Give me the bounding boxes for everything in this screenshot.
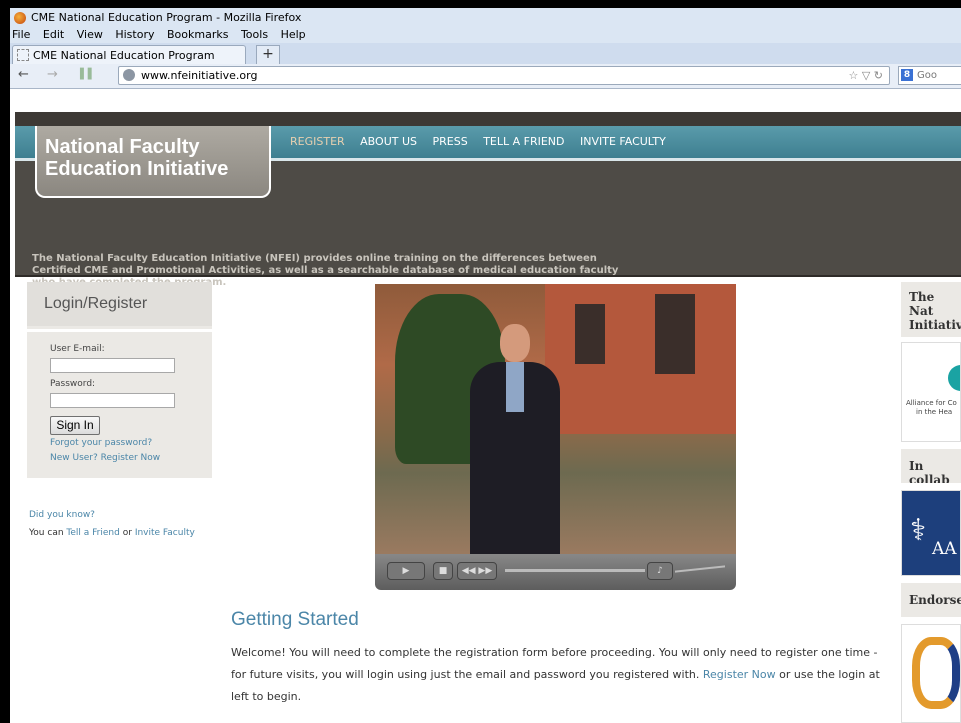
right-box-line-1: The Nat [909, 290, 935, 318]
url-actions: ☆ ▽ ↻ [848, 67, 883, 84]
email-label: User E-mail: [50, 344, 105, 354]
nav-about-us[interactable]: ABOUT US [360, 135, 417, 148]
email-field[interactable] [50, 358, 175, 373]
stop-icon[interactable]: ■ [433, 562, 453, 580]
web-page: REGISTER ABOUT US PRESS TELL A FRIEND IN… [10, 112, 961, 723]
caduceus-icon: ⚕ [910, 513, 927, 548]
login-title: Login/Register [27, 282, 212, 326]
tell-a-friend-link[interactable]: Tell a Friend [66, 528, 119, 538]
seek-bar[interactable] [505, 569, 645, 572]
menu-file[interactable]: File [12, 28, 30, 41]
endorse-logo[interactable] [901, 624, 961, 723]
volume-slider[interactable] [675, 565, 725, 573]
welcome-text: Welcome! You will need to complete the r… [231, 642, 896, 708]
reload-icon[interactable]: ↻ [874, 69, 883, 82]
url-bar[interactable]: www.nfeinitiative.org ☆ ▽ ↻ [118, 66, 890, 85]
back-arrow-icon[interactable]: ← [18, 68, 29, 82]
history-dropdown-icon[interactable]: ▽ [862, 69, 870, 82]
you-can-text: You can Tell a Friend or Invite Faculty [29, 528, 195, 538]
did-you-know-link[interactable]: Did you know? [29, 510, 95, 520]
site-nav-links: REGISTER ABOUT US PRESS TELL A FRIEND IN… [290, 126, 678, 158]
endorse-logo-icon [912, 637, 960, 709]
video-window [575, 304, 605, 364]
invite-faculty-link[interactable]: Invite Faculty [135, 528, 195, 538]
menu-view[interactable]: View [77, 28, 103, 41]
getting-started-heading: Getting Started [231, 609, 359, 630]
tab-active[interactable]: CME National Education Program [12, 45, 246, 64]
right-box-line-2: Initiativ [909, 318, 961, 332]
nav-register[interactable]: REGISTER [290, 135, 345, 148]
right-box-collab: In collab [901, 449, 961, 483]
alliance-line-2: in the Hea [916, 408, 953, 416]
alliance-line-1: Alliance for Co [906, 399, 957, 407]
menu-bar: File Edit View History Bookmarks Tools H… [10, 27, 961, 43]
title-bar: CME National Education Program - Mozilla… [10, 8, 961, 27]
signal-bars-icon[interactable]: ▐▐ [76, 68, 91, 82]
video-building [545, 284, 736, 434]
bookmark-star-icon[interactable]: ☆ [848, 69, 858, 82]
new-tab-button[interactable]: + [256, 45, 280, 64]
video-player[interactable] [375, 284, 736, 554]
nav-invite-faculty[interactable]: INVITE FACULTY [580, 135, 666, 148]
tab-title: CME National Education Program [33, 48, 215, 62]
volume-icon[interactable]: ♪ [647, 562, 673, 580]
right-box-intro: The Nat Initiativ [901, 282, 961, 337]
video-controls: ▶ ■ ◀◀ ▶▶ ♪ [375, 554, 736, 590]
forgot-password-link[interactable]: Forgot your password? [50, 438, 152, 448]
alliance-logo[interactable]: Alliance for Co in the Hea [901, 342, 961, 442]
firefox-logo-icon [14, 11, 26, 24]
menu-bookmarks[interactable]: Bookmarks [167, 28, 228, 41]
aa-logo[interactable]: ⚕ AA [901, 490, 961, 576]
alliance-logo-icon [948, 365, 960, 391]
video-window [655, 294, 695, 374]
menu-history[interactable]: History [115, 28, 154, 41]
register-now-link[interactable]: New User? Register Now [50, 453, 160, 463]
navigation-toolbar: ← → ▐▐ www.nfeinitiative.org ☆ ▽ ↻ 8 Goo [10, 64, 961, 89]
globe-icon [123, 69, 135, 81]
right-box-endorse: Endorse [901, 583, 961, 617]
forward-arrow-icon[interactable]: → [47, 68, 58, 82]
or-label: or [122, 528, 132, 538]
play-icon[interactable]: ▶ [387, 562, 425, 580]
sign-in-button[interactable]: Sign In [50, 416, 100, 435]
login-panel: Login/Register User E-mail: Password: Si… [27, 282, 212, 478]
url-text: www.nfeinitiative.org [141, 69, 258, 82]
register-now-inline-link[interactable]: Register Now [703, 668, 776, 681]
you-can-label: You can [29, 528, 64, 538]
screen-border-top [0, 0, 961, 8]
menu-tools[interactable]: Tools [241, 28, 268, 41]
video-presenter [470, 324, 560, 554]
page-top-strip [15, 112, 961, 126]
presenter-shirt [506, 362, 524, 412]
screen-border-left [0, 0, 10, 723]
menu-edit[interactable]: Edit [43, 28, 64, 41]
google-search-icon[interactable]: 8 [901, 69, 913, 81]
presenter-head [500, 324, 530, 362]
tab-bar: CME National Education Program + [10, 43, 961, 64]
window-title: CME National Education Program - Mozilla… [31, 11, 302, 24]
password-field[interactable] [50, 393, 175, 408]
search-bar[interactable]: 8 Goo [898, 66, 961, 85]
nav-press[interactable]: PRESS [433, 135, 468, 148]
logo-line-1: National Faculty [45, 136, 200, 158]
seek-icon[interactable]: ◀◀ ▶▶ [457, 562, 497, 580]
login-form: User E-mail: Password: Sign In Forgot yo… [27, 329, 212, 478]
search-placeholder: Goo [917, 70, 937, 81]
site-logo[interactable]: National Faculty Education Initiative [35, 126, 271, 198]
password-label: Password: [50, 379, 96, 389]
menu-help[interactable]: Help [281, 28, 306, 41]
aa-text: AA [932, 539, 957, 559]
page-icon [17, 49, 29, 61]
browser-window: CME National Education Program - Mozilla… [10, 8, 961, 723]
nav-tell-a-friend[interactable]: TELL A FRIEND [483, 135, 564, 148]
logo-line-2: Education Initiative [45, 158, 229, 180]
